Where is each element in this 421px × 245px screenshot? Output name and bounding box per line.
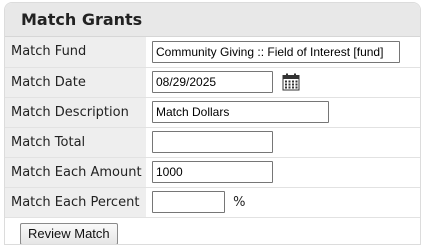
match-each-percent-cell: % <box>146 187 420 217</box>
percent-suffix: % <box>233 194 246 210</box>
review-match-button[interactable]: Review Match <box>20 222 118 244</box>
match-total-label: Match Total <box>5 127 146 157</box>
match-description-label: Match Description <box>5 97 146 127</box>
match-fund-input[interactable] <box>152 40 400 63</box>
match-each-amount-label: Match Each Amount <box>5 157 146 187</box>
form-row-match-fund: Match Fund <box>5 37 420 67</box>
match-total-cell <box>146 127 420 157</box>
match-each-percent-input[interactable] <box>152 191 225 213</box>
match-each-amount-cell <box>146 157 420 187</box>
match-description-input[interactable] <box>152 101 329 123</box>
form-row-match-date: Match Date <box>5 67 420 97</box>
form-row-match-total: Match Total <box>5 127 420 157</box>
match-date-label: Match Date <box>5 67 146 97</box>
match-fund-label: Match Fund <box>5 37 146 67</box>
match-each-percent-label: Match Each Percent <box>5 187 146 217</box>
match-date-cell <box>146 67 420 97</box>
form-row-match-each-amount: Match Each Amount <box>5 157 420 187</box>
form-row-match-description: Match Description <box>5 97 420 127</box>
panel-header: Match Grants <box>5 3 420 37</box>
form-row-match-each-percent: Match Each Percent % <box>5 187 420 217</box>
match-fund-cell <box>146 37 420 67</box>
action-row: Review Match <box>5 218 420 244</box>
match-description-cell <box>146 97 420 127</box>
match-each-amount-input[interactable] <box>152 161 273 183</box>
match-date-input[interactable] <box>152 71 273 93</box>
match-grants-form: Match Fund Match Date <box>5 37 420 218</box>
match-grants-panel: Match Grants Match Fund Match Date <box>4 2 421 245</box>
panel-title: Match Grants <box>21 10 143 29</box>
calendar-icon[interactable] <box>282 73 300 91</box>
match-total-input[interactable] <box>152 131 273 153</box>
